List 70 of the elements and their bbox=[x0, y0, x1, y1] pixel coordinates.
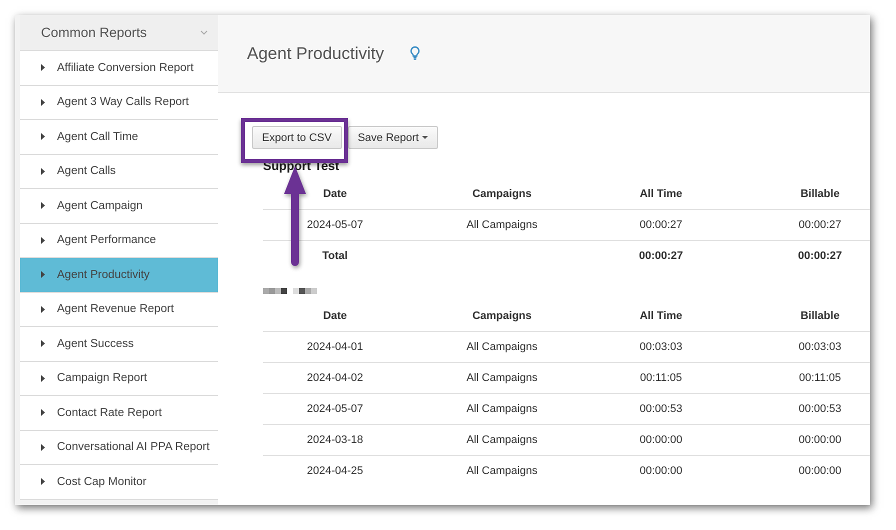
lightbulb-icon[interactable] bbox=[410, 46, 420, 61]
sidebar-item[interactable]: Agent Call Time bbox=[20, 120, 218, 154]
column-header: Billable bbox=[800, 188, 840, 200]
table-cell: All Campaigns bbox=[466, 465, 538, 477]
chevron-icon bbox=[200, 30, 208, 35]
table-cell: All Campaigns bbox=[466, 434, 538, 446]
sidebar-item[interactable]: Cost Cap Monitor bbox=[20, 465, 218, 500]
save-report-button[interactable]: Save Report bbox=[348, 126, 438, 149]
table-cell: 00:00:00 bbox=[798, 465, 842, 477]
sidebar-item[interactable]: Affiliate Conversion Report bbox=[20, 51, 218, 86]
sidebar-item[interactable]: Conversational AI PPA Report bbox=[20, 430, 218, 465]
caret-icon bbox=[422, 136, 428, 140]
column-header: Date bbox=[323, 188, 347, 200]
caret-icon bbox=[41, 478, 45, 486]
table-cell: 00:00:00 bbox=[798, 434, 842, 446]
column-header: All Time bbox=[640, 188, 682, 200]
redacted-text bbox=[293, 288, 317, 294]
table-cell: 2024-04-02 bbox=[306, 372, 364, 384]
column-header: Billable bbox=[800, 310, 840, 322]
column-header: Date bbox=[323, 310, 347, 322]
table-cell: 00:00:53 bbox=[640, 403, 682, 415]
table-cell: All Campaigns bbox=[466, 372, 538, 384]
table-cell: 00:03:03 bbox=[640, 341, 682, 353]
total-label: Total bbox=[322, 250, 348, 262]
table-cell: 00:00:00 bbox=[640, 465, 682, 477]
table-cell: 2024-05-07 bbox=[306, 403, 364, 415]
column-header: Campaigns bbox=[472, 188, 532, 200]
table-cell: 2024-05-07 bbox=[306, 219, 364, 231]
caret-icon bbox=[41, 236, 45, 244]
table-cell: 00:00:00 bbox=[640, 434, 682, 446]
table-cell: All Campaigns bbox=[466, 219, 538, 231]
table-cell: 2024-04-01 bbox=[306, 341, 364, 353]
table-cell: 00:11:05 bbox=[798, 372, 841, 384]
table-cell: 00:03:03 bbox=[798, 341, 842, 353]
table-cell: 2024-03-18 bbox=[306, 434, 364, 446]
table-cell: All Campaigns bbox=[466, 341, 538, 353]
caret-icon bbox=[41, 271, 45, 278]
table-cell: 00:00:53 bbox=[798, 403, 842, 415]
sidebar-item[interactable]: Agent Calls bbox=[20, 154, 218, 189]
page-title: Agent Productivity bbox=[247, 44, 384, 64]
caret-icon bbox=[41, 98, 45, 106]
column-header: All Time bbox=[640, 310, 682, 322]
caret-icon bbox=[41, 444, 45, 451]
table-cell: All Campaigns bbox=[466, 403, 538, 415]
sidebar-title: Common Reports bbox=[41, 25, 147, 40]
caret-icon bbox=[41, 409, 45, 416]
caret-icon bbox=[41, 340, 45, 348]
total-cell: 00:00:27 bbox=[798, 250, 842, 262]
sidebar-item[interactable]: Campaign Report bbox=[20, 362, 218, 396]
redacted-text bbox=[263, 288, 287, 294]
table-cell: 2024-04-25 bbox=[306, 465, 364, 477]
caret-icon bbox=[41, 374, 45, 382]
sidebar-item[interactable]: Agent Revenue Report bbox=[20, 292, 218, 327]
table-cell: 00:00:27 bbox=[640, 219, 682, 231]
sidebar-item[interactable]: Agent Campaign bbox=[20, 189, 218, 224]
caret-icon bbox=[41, 133, 45, 140]
caret-icon bbox=[41, 306, 45, 313]
sidebar-item[interactable]: Agent Performance bbox=[20, 224, 218, 258]
total-cell: 00:00:27 bbox=[638, 250, 684, 262]
caret-icon bbox=[41, 64, 45, 72]
caret-icon bbox=[41, 168, 45, 175]
sidebar-item[interactable]: Agent Success bbox=[20, 327, 218, 362]
table-cell: 00:00:27 bbox=[798, 219, 842, 231]
sidebar-item[interactable]: Agent 3 Way Calls Report bbox=[20, 86, 218, 120]
column-header: Campaigns bbox=[472, 310, 532, 322]
caret-icon bbox=[41, 202, 45, 210]
table-cell: 00:11:05 bbox=[640, 372, 682, 384]
sidebar-item[interactable]: Agent Productivity bbox=[20, 258, 218, 292]
sidebar-item[interactable]: Contact Rate Report bbox=[20, 396, 218, 430]
export-button[interactable]: Export to CSV bbox=[252, 126, 342, 149]
